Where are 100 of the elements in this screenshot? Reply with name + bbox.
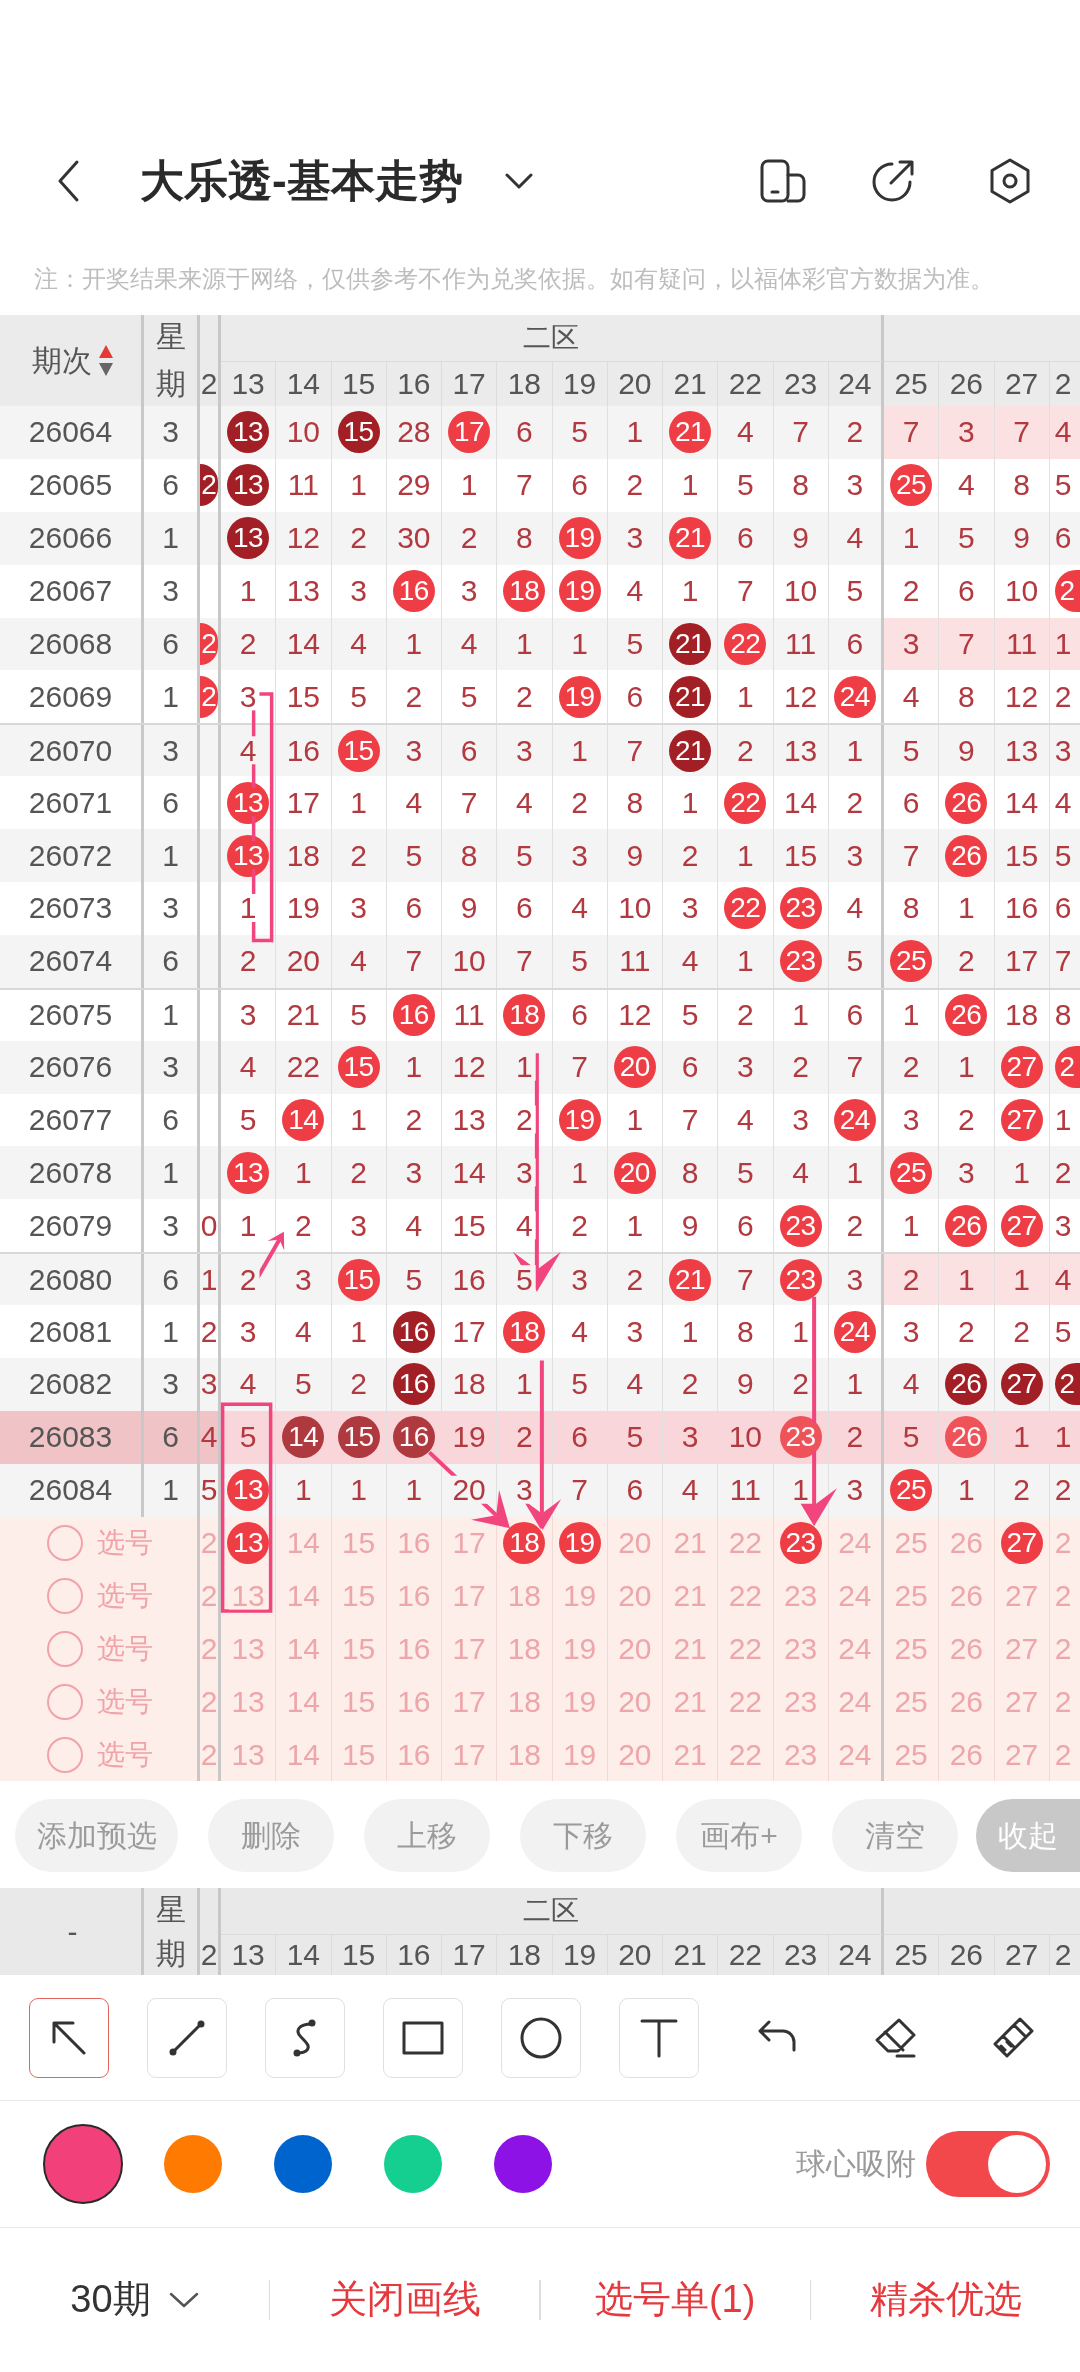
- number-ball[interactable]: 13: [227, 1522, 270, 1565]
- canvas-button[interactable]: 画布+: [676, 1799, 802, 1873]
- table-cell[interactable]: 21: [663, 1516, 719, 1570]
- optimize-button[interactable]: 精杀优选: [869, 2277, 1022, 2323]
- table-row[interactable]: 26066 1 13 12 2 30 2 8 19 3 21 6 9 4 1 5 9 6: [0, 511, 1080, 565]
- table-cell[interactable]: 15: [331, 1516, 387, 1570]
- table-cell: 9: [718, 1358, 774, 1411]
- pick-label[interactable]: 选号: [97, 1529, 153, 1558]
- rectangle-tool-button[interactable]: [383, 1997, 463, 2078]
- pick-label[interactable]: 选号: [97, 1582, 153, 1611]
- column-header[interactable]: -: [67, 1916, 78, 1947]
- arrow-tool-button[interactable]: [29, 1997, 109, 2078]
- table-row[interactable]: 26084 1 5 13 1 1 1 20 3 7 6 4 11 1 3 25 1 2 2: [0, 1463, 1080, 1517]
- pick-label[interactable]: 选号: [97, 1634, 153, 1663]
- table-cell[interactable]: 22: [718, 1516, 774, 1570]
- delete-button[interactable]: 删除: [208, 1799, 334, 1873]
- table-row[interactable]: 26082 3 3 4 5 2 16 18 1 5 4 2 9 2 1 4 26 27 2: [0, 1358, 1080, 1411]
- table-row[interactable]: 26083 6 4 5 14 15 16 19 2 6 5 3 10 23 2 5 26 1 1: [0, 1410, 1080, 1464]
- radio-button[interactable]: [47, 1630, 83, 1667]
- table-cell: 1: [939, 1463, 995, 1517]
- radio-button[interactable]: [47, 1683, 83, 1720]
- curve-tool-button[interactable]: [265, 1997, 345, 2078]
- chevron-down-icon[interactable]: [504, 173, 533, 189]
- text-tool-button[interactable]: [619, 1997, 699, 2078]
- number-ball: 18: [503, 1310, 546, 1353]
- table-cell: 2: [884, 564, 940, 618]
- table-cell: 5: [718, 458, 774, 512]
- number-ball[interactable]: 27: [1000, 1522, 1043, 1565]
- swatch-icon[interactable]: [384, 2135, 442, 2194]
- number-ball[interactable]: 23: [779, 1522, 822, 1565]
- radio-button[interactable]: [47, 1736, 83, 1773]
- table-cell: 11: [442, 989, 498, 1041]
- pick-label[interactable]: 选号: [97, 1687, 153, 1716]
- circle-icon[interactable]: [519, 2015, 563, 2060]
- swatch-icon[interactable]: [274, 2135, 332, 2194]
- table-cell[interactable]: 26: [939, 1516, 995, 1570]
- table-row[interactable]: 选号 2 13 14 15 16 17 18 19 20 21 22 23 24 25 26 27 2: [0, 1728, 1080, 1782]
- clear-button[interactable]: 清空: [832, 1799, 958, 1873]
- radio-button[interactable]: [47, 1578, 83, 1615]
- table-cell[interactable]: 2: [1049, 1675, 1080, 1729]
- table-row[interactable]: 选号 2 13 14 15 16 17 18 19 20 21 22 23 24 25 26 27 2: [0, 1622, 1080, 1676]
- table-cell: 5: [276, 1358, 332, 1411]
- table-cell: 2: [718, 989, 774, 1041]
- table-cell[interactable]: 2: [1049, 1622, 1080, 1676]
- table-cell[interactable]: 2: [1049, 1728, 1080, 1782]
- table-row[interactable]: 26070 3 4 16 15 3 6 3 1 7 21 2 13 1 5 9 13 3: [0, 723, 1080, 777]
- move-up-button[interactable]: 上移: [364, 1799, 490, 1873]
- table-row[interactable]: 选号 2 13 14 15 16 17 18 19 20 21 22 23 24 25 26 27 2: [0, 1516, 1080, 1570]
- period-selector[interactable]: 30期: [70, 2277, 199, 2323]
- number-ball[interactable]: 18: [503, 1522, 546, 1565]
- move-down-button[interactable]: 下移: [520, 1799, 646, 1873]
- circle-tool-button[interactable]: [501, 1997, 581, 2078]
- swatch-icon[interactable]: [494, 2135, 552, 2194]
- table-row[interactable]: 选号 2 13 14 15 16 17 18 19 20 21 22 23 24 25 26 27 2: [0, 1675, 1080, 1729]
- devices-icon[interactable]: [760, 159, 806, 203]
- add-button[interactable]: 添加预选: [15, 1799, 178, 1873]
- column-header[interactable]: 期次: [31, 345, 92, 376]
- table-row[interactable]: 26078 1 13 1 2 3 14 3 1 20 8 5 4 1 25 3 1 2: [0, 1146, 1080, 1200]
- line-tool-button[interactable]: [147, 1997, 227, 2078]
- table-cell: 11: [607, 934, 663, 988]
- table-row[interactable]: 26075 1 3 21 5 16 11 18 6 12 5 2 1 6 1 26 18 8: [0, 987, 1080, 1041]
- table-cell-text: 8: [1053, 997, 1073, 1034]
- table-row[interactable]: 26076 3 4 22 15 1 12 1 7 20 6 3 2 7 2 1 27 2: [0, 1040, 1080, 1094]
- settings-icon[interactable]: [988, 157, 1032, 205]
- swatch-icon[interactable]: [164, 2135, 222, 2194]
- table-cell[interactable]: 20: [607, 1516, 663, 1570]
- radio-button[interactable]: [47, 1525, 83, 1562]
- number-ball: 26: [945, 994, 988, 1037]
- table-cell[interactable]: 25: [884, 1516, 940, 1570]
- number-ball: 20: [613, 1046, 656, 1089]
- table-cell: 5: [884, 1410, 940, 1464]
- table-row[interactable]: 26080 6 1 2 3 15 5 16 5 3 2 21 7 23 3 2 1 1 4: [0, 1252, 1080, 1306]
- number-ball: 16: [392, 1416, 435, 1459]
- table-cell[interactable]: 14: [276, 1516, 332, 1570]
- table-row[interactable]: 26064 3 13 10 15 28 17 6 5 1 21 4 7 2 7 3 7 4: [0, 406, 1080, 459]
- number-ball: 26: [945, 1416, 988, 1459]
- table-cell: 5: [663, 989, 719, 1041]
- table-cell-text: 1: [1053, 1102, 1073, 1138]
- number-ball[interactable]: 19: [558, 1522, 601, 1565]
- table-cell-text: 1: [1053, 1419, 1073, 1456]
- close-drawing-button[interactable]: 关闭画线: [328, 2277, 481, 2323]
- table-cell: 1: [884, 989, 940, 1041]
- back-icon[interactable]: [56, 159, 80, 203]
- pick-label[interactable]: 选号: [97, 1740, 153, 1769]
- table-cell: 13: [276, 564, 332, 618]
- brush-icon[interactable]: [991, 2015, 1035, 2060]
- table-row[interactable]: 26074 6 2 20 4 7 10 7 5 11 4 1 23 5 25 2 17 7: [0, 934, 1080, 988]
- table-cell[interactable]: 2: [1049, 1569, 1080, 1623]
- number-ball: 21: [669, 675, 712, 718]
- pick-list-button[interactable]: 选号单(1): [594, 2277, 756, 2323]
- page-title[interactable]: 大乐透-基本走势: [140, 154, 463, 208]
- table-cell[interactable]: 2: [1049, 1516, 1080, 1570]
- share-icon[interactable]: [870, 158, 916, 204]
- table-row[interactable]: 26068 6 2 2 14 4 1 4 1 1 5 21 22 11 6 3 7 11 1: [0, 617, 1080, 671]
- table-cell[interactable]: 16: [386, 1516, 442, 1570]
- table-row[interactable]: 选号 2 13 14 15 16 17 18 19 20 21 22 23 24 25 26 27 2: [0, 1569, 1080, 1623]
- table-row[interactable]: 26072 1 13 18 2 5 8 5 3 9 2 1 15 3 7 26 15 5: [0, 829, 1080, 882]
- sort-icon[interactable]: [97, 343, 114, 378]
- table-cell: 10: [442, 934, 498, 988]
- table-cell: 7: [773, 406, 829, 459]
